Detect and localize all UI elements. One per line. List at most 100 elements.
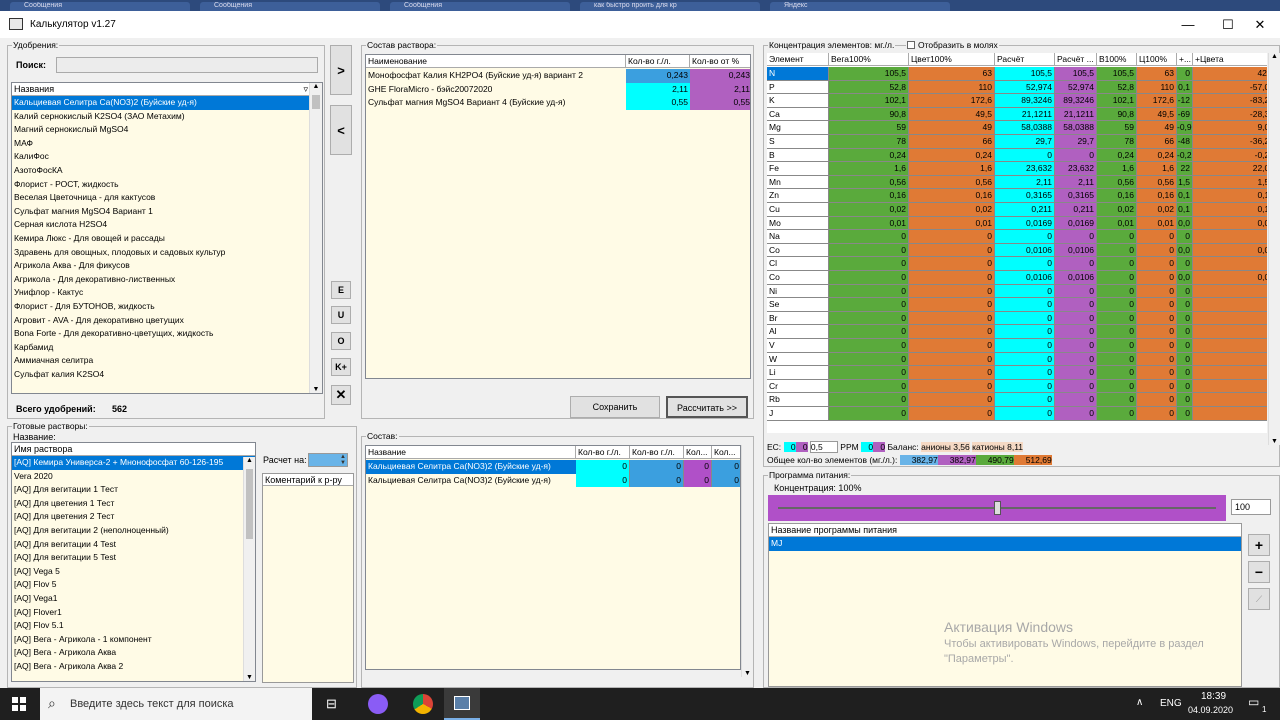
composition2-row[interactable]: Кальциевая Селитра Ca(NO3)2 (Буйские уд-… <box>366 460 740 474</box>
ready-solution-item[interactable]: [AQ] Для вегитации 2 (неполноценный) <box>12 524 255 538</box>
k-plus-button[interactable]: K+ <box>331 358 351 376</box>
element-row[interactable]: J00000000 <box>767 407 1267 421</box>
fertilizer-item[interactable]: Серная кислота H2SO4 <box>12 218 322 232</box>
element-row[interactable]: Fe1,61,623,63223,6321,61,62222,03 <box>767 162 1267 176</box>
composition2-value[interactable]: 0 <box>684 473 712 488</box>
composition-percent[interactable]: 0,243 <box>690 69 750 83</box>
slider-thumb[interactable] <box>993 501 1001 515</box>
element-row[interactable]: Cu0,020,020,2110,2110,020,020,10,19 <box>767 203 1267 217</box>
scroll-thumb[interactable] <box>312 95 320 109</box>
ready-solution-item[interactable]: [AQ] Вега - Агрикола Аква 2 <box>12 660 255 674</box>
element-row[interactable]: Na00000000 <box>767 230 1267 244</box>
remove-fertilizer-button[interactable]: < <box>330 105 352 155</box>
element-row[interactable]: Mn0,560,562,112,110,560,561,51,55 <box>767 175 1267 190</box>
fertilizer-item[interactable]: Агровит - AVA - Для декоративно цветущих <box>12 314 322 328</box>
fertilizer-item[interactable]: Кальциевая Селитра Ca(NO3)2 (Буйские уд-… <box>12 96 322 110</box>
scroll-up-icon[interactable]: ▲ <box>1269 53 1280 60</box>
element-table[interactable]: Элемент Вега100% Цвет100% Расчёт Расчёт ... В… <box>767 53 1267 433</box>
conc-value-input[interactable]: 100 <box>1231 499 1271 515</box>
ready-col-header[interactable]: Имя раствора <box>12 443 255 456</box>
element-row[interactable]: B0,240,24000,240,24-0,2-0,23 <box>767 148 1267 163</box>
element-row[interactable]: Al00000000 <box>767 325 1267 339</box>
program-item[interactable]: MJ <box>769 537 1241 551</box>
element-row[interactable]: Li00000000 <box>767 366 1267 380</box>
element-row[interactable]: P52,811052,97452,97452,81100,1-57,02 <box>767 80 1267 95</box>
composition-grams[interactable]: 0,243 <box>626 69 690 83</box>
composition-percent[interactable]: 0,55 <box>690 96 750 110</box>
calculate-button[interactable]: Рассчитать >> <box>666 396 748 418</box>
browser-tab[interactable]: Яндекс <box>770 2 950 11</box>
search-input[interactable] <box>56 57 318 73</box>
element-row[interactable]: S786629,729,77866-48-36,29 <box>767 135 1267 149</box>
concentration-scrollbar[interactable]: ▲ ▼ <box>1268 53 1280 445</box>
fertilizer-item[interactable]: Карбамид <box>12 341 322 355</box>
element-row[interactable]: Ni00000000 <box>767 284 1267 299</box>
element-row[interactable]: Cl00000000 <box>767 257 1267 271</box>
fertilizer-item[interactable]: Унифлор - Кактус <box>12 286 322 300</box>
clear-x-button[interactable]: ✕ <box>331 385 351 405</box>
composition2-value[interactable]: 0 <box>712 460 740 474</box>
fertilizer-item[interactable]: АзотоФосКА <box>12 164 322 178</box>
ready-solution-item[interactable]: [AQ] Flov 5 <box>12 578 255 592</box>
fertilizer-item[interactable]: Флорист - Для БУТОНОВ, жидкость <box>12 300 322 314</box>
fertilizer-item[interactable]: Bona Forte - Для декоративно-цветущих, ж… <box>12 327 322 341</box>
fertilizer-item[interactable]: Сульфат магния MgSO4 Вариант 1 <box>12 205 322 219</box>
element-col-header[interactable]: Расчёт ... <box>1055 53 1097 66</box>
element-col-header[interactable]: Элемент <box>767 53 829 66</box>
comp2-col-name[interactable]: Название <box>366 446 576 459</box>
scroll-down-icon[interactable]: ▼ <box>244 674 255 681</box>
clock-date[interactable]: 04.09.2020 <box>1188 705 1233 715</box>
ready-solutions-list[interactable]: Имя раствора [AQ] Кемира Универса-2 + Мн… <box>11 442 256 682</box>
ready-solution-item[interactable]: [AQ] Вега - Агрикола - 1 компонент <box>12 633 255 647</box>
fertilizer-item[interactable]: Здравень для овощных, плодовых и садовых… <box>12 246 322 260</box>
clock-time[interactable]: 18:39 <box>1201 691 1226 702</box>
element-row[interactable]: Se00000000 <box>767 298 1267 312</box>
browser-tab[interactable]: Сообщения <box>200 2 380 11</box>
moles-toggle[interactable]: Отобразить в молях <box>906 40 999 50</box>
notification-icon[interactable]: ▭ <box>1248 695 1259 709</box>
ready-solution-item[interactable]: [AQ] Для вегитации 1 Тест <box>12 483 255 497</box>
comp-col-name[interactable]: Наименование <box>366 55 626 68</box>
ready-solution-item[interactable]: [AQ] Для вегитации 4 Test <box>12 538 255 552</box>
fertilizer-item[interactable]: КалиФос <box>12 150 322 164</box>
element-col-header[interactable]: +Цвета <box>1193 53 1267 66</box>
scroll-up-icon[interactable]: ▲ <box>244 457 255 464</box>
scroll-down-icon[interactable]: ▼ <box>742 670 753 677</box>
comp2-col[interactable]: Кол... <box>684 446 712 459</box>
composition-table[interactable]: Наименование Кол-во г./л. Кол-во от % Мо… <box>365 54 751 379</box>
composition2-value[interactable]: 0 <box>630 460 684 474</box>
composition-row[interactable]: Сульфат магния MgSO4 Вариант 4 (Буйские … <box>366 96 750 110</box>
composition2-row[interactable]: Кальциевая Селитра Ca(NO3)2 (Буйские уд-… <box>366 473 740 488</box>
ready-solution-item[interactable]: [AQ] Для цветения 2 Тест <box>12 510 255 524</box>
comment-box[interactable]: Коментарий к р-ру <box>262 473 354 683</box>
fertilizer-item[interactable]: Аммиачная селитра <box>12 354 322 368</box>
close-button[interactable]: ✕ <box>1240 15 1280 35</box>
tray-chevron-icon[interactable]: ∧ <box>1136 697 1143 708</box>
fertilizer-item[interactable]: Магний сернокислый MgSO4 <box>12 123 322 137</box>
ready-solution-item[interactable]: [AQ] Для цветения 1 Тест <box>12 497 255 511</box>
comp-col-grams[interactable]: Кол-во г./л. <box>626 55 690 68</box>
language-indicator[interactable]: ENG <box>1160 698 1182 709</box>
spin-arrows-icon[interactable]: ▲ ▼ <box>340 454 346 466</box>
composition-row[interactable]: GHE FloraMicro - бэйс20072020 2,11 2,11 <box>366 82 750 97</box>
ready-solution-item[interactable]: Vera 2020 <box>12 470 255 484</box>
comp2-col[interactable]: Кол... <box>712 446 740 459</box>
ready-solution-item[interactable]: [AQ] Vega1 <box>12 592 255 606</box>
element-col-header[interactable]: Расчёт <box>995 53 1055 66</box>
add-fertilizer-button[interactable]: > <box>330 45 352 95</box>
save-button[interactable]: Сохранить <box>570 396 660 418</box>
moles-checkbox[interactable] <box>907 41 915 49</box>
element-row[interactable]: Br00000000 <box>767 311 1267 326</box>
fertilizer-item[interactable]: Флорист - РОСТ, жидкость <box>12 178 322 192</box>
element-row[interactable]: Ca90,849,521,121121,121190,849,5-69-28,3… <box>767 107 1267 122</box>
fertilizers-scrollbar[interactable]: ▲ ▼ <box>309 83 322 393</box>
composition2-value[interactable]: 0 <box>630 473 684 488</box>
calculator-task-icon[interactable] <box>444 688 480 720</box>
ready-solution-item[interactable]: [AQ] Vega 5 <box>12 565 255 579</box>
ready-solution-item[interactable]: [AQ] Для вегитации 5 Test <box>12 551 255 565</box>
fertilizer-item[interactable]: Веселая Цветочница - для кактусов <box>12 191 322 205</box>
fertilizer-item[interactable]: МАФ <box>12 137 322 151</box>
program-col-header[interactable]: Название программы питания <box>769 524 1241 537</box>
windows-start-icon[interactable] <box>12 697 26 711</box>
e-button[interactable]: E <box>331 281 351 299</box>
